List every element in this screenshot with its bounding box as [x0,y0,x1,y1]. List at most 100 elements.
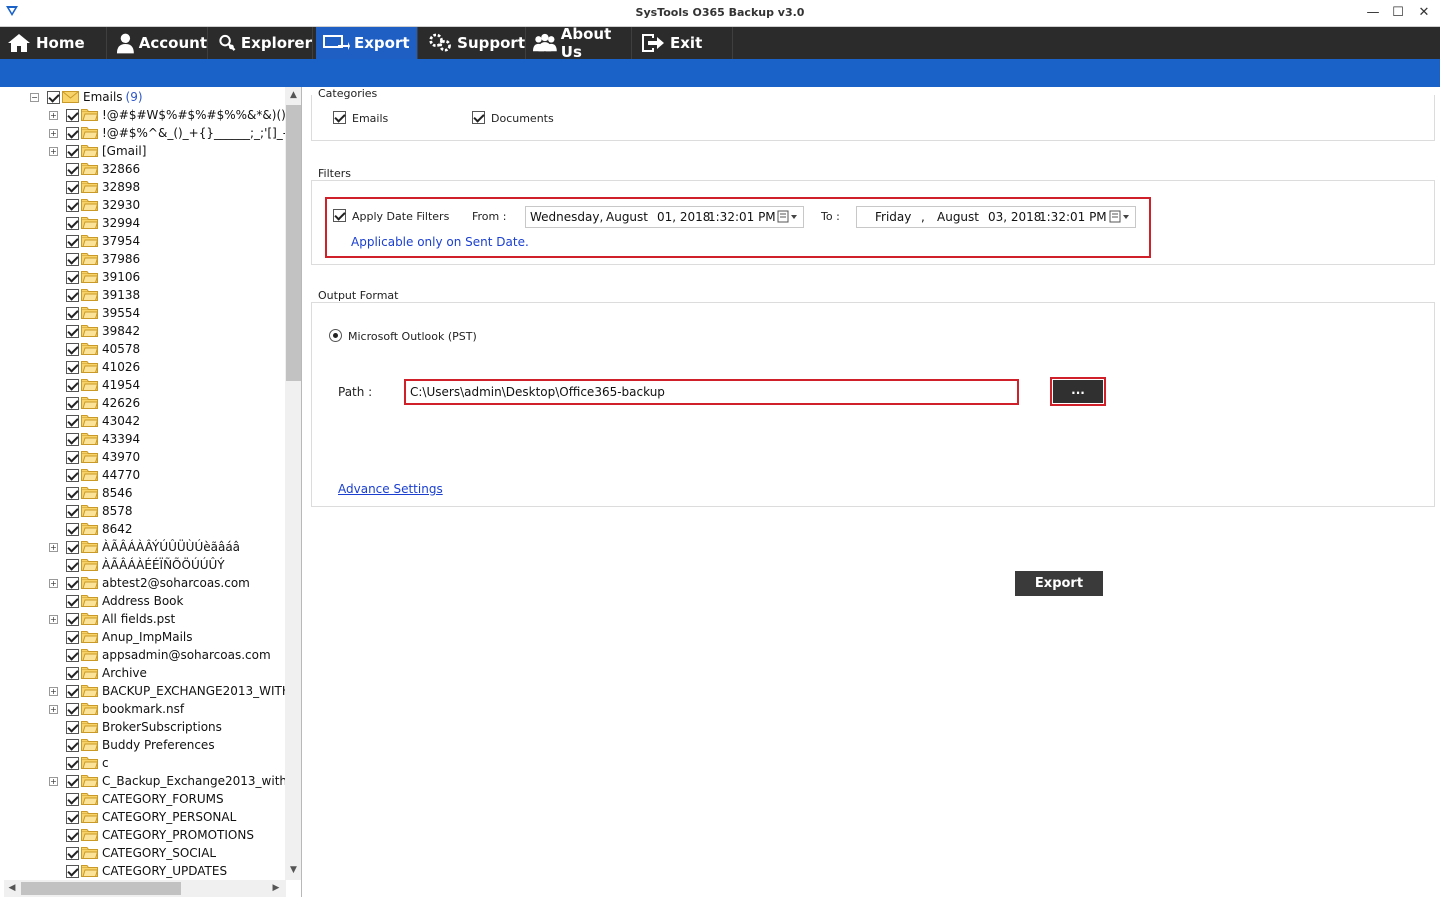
collapse-icon[interactable]: − [30,92,39,102]
browse-button[interactable]: ... [1053,380,1103,403]
tree-item[interactable]: 8546 [49,484,133,502]
tree-item[interactable]: 37986 [49,250,140,268]
tree-horizontal-scrollbar[interactable]: ◀ ▶ [4,880,286,897]
tree-item[interactable]: + !@#$#W$%#$%#$%%&*&)()!!@@ [49,106,301,124]
pst-radio-button[interactable] [329,329,342,342]
checkbox[interactable] [66,792,79,806]
expand-icon[interactable]: + [49,146,58,156]
menu-export[interactable]: Export [316,27,418,59]
expand-icon[interactable]: + [49,776,58,786]
checkbox[interactable] [66,396,79,410]
tree-item[interactable]: 39138 [49,286,140,304]
checkbox[interactable] [66,738,79,752]
checkbox[interactable] [66,414,79,428]
tree-item[interactable]: BrokerSubscriptions [49,718,222,736]
tree-item[interactable]: 41026 [49,358,140,376]
menu-about-us[interactable]: About Us [526,25,632,61]
tree-item[interactable]: 37954 [49,232,140,250]
checkbox[interactable] [66,342,79,356]
checkbox[interactable] [66,666,79,680]
tree-item[interactable]: ÀÃÂÁÀÉÉÏÑÕÖÚÚÛÝ [49,556,225,574]
tree-item[interactable]: 42626 [49,394,140,412]
checkbox[interactable] [66,144,79,158]
tree-root-emails[interactable]: − Emails (9) [30,88,143,106]
expand-icon[interactable]: + [49,686,58,696]
tree-item[interactable]: 41954 [49,376,140,394]
tree-item[interactable]: + abtest2@soharcoas.com [49,574,250,592]
tree-item[interactable]: Archive [49,664,147,682]
scroll-right-icon[interactable]: ▶ [268,880,284,897]
expand-icon[interactable]: + [49,704,58,714]
checkbox[interactable] [66,756,79,770]
checkbox[interactable] [66,648,79,662]
checkbox[interactable] [66,450,79,464]
checkbox[interactable] [66,684,79,698]
checkbox[interactable] [66,720,79,734]
tree-item[interactable]: 43042 [49,412,140,430]
apply-date-filters-checkbox[interactable] [333,209,346,222]
checkbox[interactable] [66,630,79,644]
checkbox[interactable] [66,234,79,248]
expand-icon[interactable]: + [49,110,58,120]
calendar-dropdown-icon[interactable] [1109,210,1131,224]
tree-vertical-scrollbar[interactable]: ▲ ▼ [285,87,301,880]
menu-support[interactable]: Support [422,27,526,59]
checkbox[interactable] [66,360,79,374]
tree-item[interactable]: 39554 [49,304,140,322]
expand-icon[interactable]: + [49,614,58,624]
scroll-thumb[interactable] [286,105,301,381]
menu-account[interactable]: Account [107,27,208,59]
tree-item[interactable]: + All fields.pst [49,610,175,628]
checkbox[interactable] [66,540,79,554]
checkbox[interactable] [66,774,79,788]
checkbox[interactable] [66,612,79,626]
checkbox[interactable] [66,846,79,860]
checkbox[interactable] [66,522,79,536]
tree-item[interactable]: Anup_ImpMails [49,628,193,646]
tree-item[interactable]: CATEGORY_PERSONAL [49,808,236,826]
menu-home[interactable]: Home [0,27,107,59]
tree-item[interactable]: CATEGORY_FORUMS [49,790,224,808]
checkbox[interactable] [66,126,79,140]
tree-item[interactable]: CATEGORY_UPDATES [49,862,227,880]
checkbox[interactable] [66,198,79,212]
menu-explorer[interactable]: Explorer [208,27,313,59]
scroll-up-icon[interactable]: ▲ [285,87,301,103]
tree-item[interactable]: + bookmark.nsf [49,700,184,718]
tree-item[interactable]: + [Gmail] [49,142,146,160]
scroll-down-icon[interactable]: ▼ [285,862,301,878]
tree-item[interactable]: 8578 [49,502,133,520]
tree-item[interactable]: 8642 [49,520,133,538]
tree-item[interactable]: 43970 [49,448,140,466]
checkbox[interactable] [66,504,79,518]
scroll-left-icon[interactable]: ◀ [4,880,20,897]
checkbox[interactable] [66,702,79,716]
tree-item[interactable]: 40578 [49,340,140,358]
tree-item[interactable]: 32994 [49,214,140,232]
checkbox[interactable] [66,324,79,338]
checkbox[interactable] [66,468,79,482]
documents-checkbox[interactable] [472,111,485,124]
tree-item[interactable]: Address Book [49,592,183,610]
checkbox[interactable] [66,270,79,284]
tree-item[interactable]: CATEGORY_SOCIAL [49,844,216,862]
checkbox[interactable] [66,162,79,176]
checkbox[interactable] [66,288,79,302]
tree-item[interactable]: + ÀÃÂÁÀÂÝÚÛÜÙÚèãâáâ [49,538,240,556]
checkbox[interactable] [66,108,79,122]
minimize-button[interactable]: — [1361,4,1385,22]
scroll-thumb-horizontal[interactable] [21,882,181,895]
checkbox[interactable] [66,486,79,500]
tree-item[interactable]: 39106 [49,268,140,286]
tree-item[interactable]: 44770 [49,466,140,484]
tree-item[interactable]: 32866 [49,160,140,178]
checkbox[interactable] [47,90,60,104]
checkbox[interactable] [66,576,79,590]
checkbox[interactable] [66,216,79,230]
tree-item[interactable]: + BACKUP_EXCHANGE2013_WITH AL [49,682,301,700]
tree-item[interactable]: appsadmin@soharcoas.com [49,646,271,664]
tree-item[interactable]: Buddy Preferences [49,736,215,754]
tree-item[interactable]: + C_Backup_Exchange2013_with all fi [49,772,301,790]
path-input[interactable]: C:\Users\admin\Desktop\Office365-backup [406,381,1017,403]
checkbox[interactable] [66,432,79,446]
